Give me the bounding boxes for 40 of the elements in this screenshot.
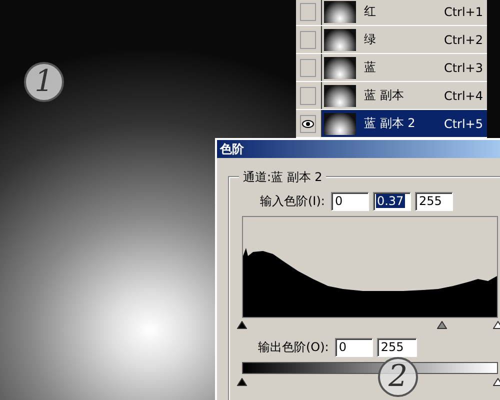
channel-row[interactable]: 蓝 副本 2 Ctrl+5	[321, 110, 487, 137]
level-input[interactable]: 255	[376, 338, 417, 357]
visibility-toggle[interactable]	[300, 2, 316, 20]
channel-shortcut: Ctrl+3	[444, 60, 483, 74]
visibility-toggle[interactable]	[300, 114, 316, 132]
channel-thumbnail	[324, 28, 356, 50]
output-levels-label: 输出色阶(O):	[258, 339, 329, 356]
channel-thumbnail	[324, 112, 356, 134]
channel-row[interactable]: 蓝 副本 Ctrl+4	[321, 82, 487, 109]
level-input[interactable]: 0	[334, 338, 373, 357]
channel-name: 绿	[364, 31, 377, 48]
channel-shortcut: Ctrl+5	[444, 116, 483, 130]
visibility-toggle[interactable]	[300, 86, 316, 104]
channel-thumbnail	[324, 56, 356, 78]
level-input[interactable]: 255	[414, 192, 453, 211]
slider-thumb[interactable]	[493, 321, 500, 329]
slider-thumb[interactable]	[237, 321, 247, 329]
eye-icon	[302, 120, 314, 128]
slider-thumb[interactable]	[493, 378, 500, 386]
channel-shortcut: Ctrl+4	[444, 88, 483, 102]
channel-name: 蓝 副本 2	[364, 115, 416, 132]
slider-thumb[interactable]	[436, 321, 447, 329]
channel-name: 蓝	[364, 59, 377, 76]
visibility-toggle[interactable]	[300, 30, 316, 48]
level-input[interactable]: 0	[330, 192, 369, 211]
channel-row[interactable]: 蓝 Ctrl+3	[321, 54, 487, 81]
channel-name: 蓝 副本	[364, 87, 405, 104]
channel-label: 通道:蓝 副本 2	[239, 169, 326, 186]
dialog-title: 色阶	[217, 140, 500, 158]
visibility-toggle[interactable]	[300, 58, 316, 76]
channel-name: 红	[364, 3, 377, 20]
channel-row[interactable]: 红 Ctrl+1	[321, 0, 487, 25]
channel-row[interactable]: 绿 Ctrl+2	[321, 26, 487, 53]
channel-shortcut: Ctrl+2	[444, 32, 483, 46]
level-input[interactable]: 0.37	[372, 192, 411, 211]
channel-thumbnail	[324, 0, 356, 22]
channel-thumbnail	[324, 84, 356, 106]
input-levels-label: 输入色阶(I):	[260, 193, 325, 210]
channel-shortcut: Ctrl+1	[444, 4, 483, 18]
slider-thumb[interactable]	[237, 378, 247, 386]
